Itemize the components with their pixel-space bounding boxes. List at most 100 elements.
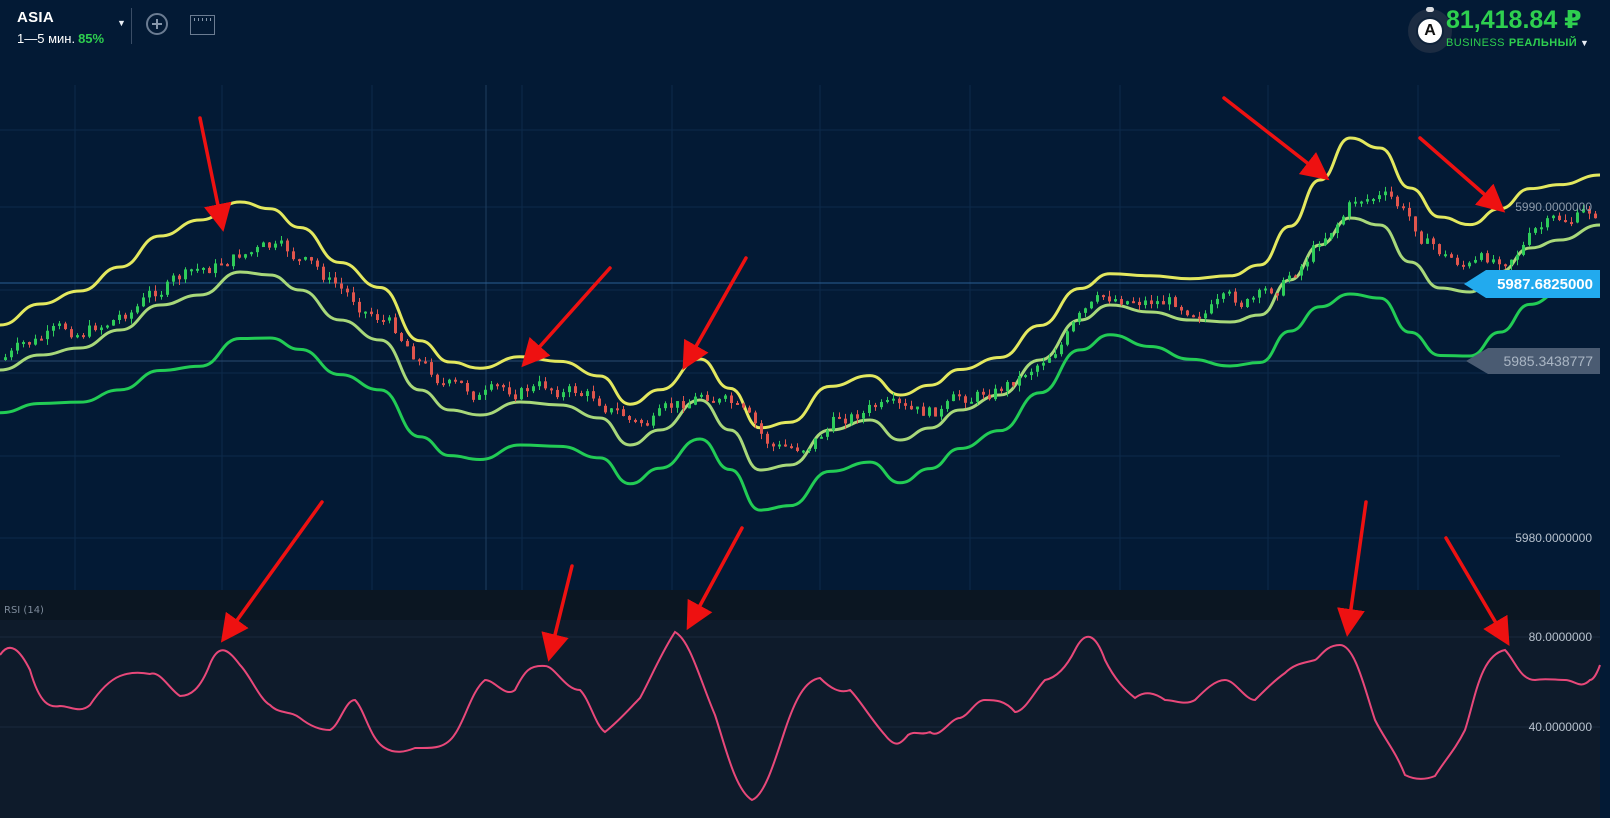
candle-body: [382, 319, 385, 322]
candle-body: [1468, 262, 1471, 267]
candle-body: [94, 325, 97, 331]
candle-body: [688, 404, 691, 409]
candle-body: [880, 401, 883, 408]
candle-body: [376, 314, 379, 320]
candle-body: [556, 389, 559, 398]
candle-body: [316, 260, 319, 267]
candle-body: [958, 394, 961, 397]
candle-body: [412, 346, 415, 360]
candle-body: [886, 399, 889, 402]
candle-body: [850, 414, 853, 424]
candle-body: [1132, 301, 1135, 304]
candle-body: [256, 247, 259, 253]
candle-body: [388, 317, 391, 321]
candle-body: [772, 443, 775, 447]
candle-body: [184, 269, 187, 280]
candle-body: [838, 416, 841, 419]
candle-body: [898, 398, 901, 404]
candlesticks: [4, 186, 1597, 454]
candle-body: [82, 335, 85, 338]
grid: [0, 85, 1560, 590]
candle-body: [310, 257, 313, 261]
candle-body: [472, 391, 475, 400]
rsi-title: RSI (14): [4, 605, 44, 616]
candle-body: [610, 408, 613, 413]
candle-body: [934, 407, 937, 417]
candle-body: [1186, 310, 1189, 316]
candle-body: [1006, 382, 1009, 392]
candle-body: [172, 275, 175, 282]
candle-body: [1432, 238, 1435, 245]
candle-body: [634, 419, 637, 422]
candle-body: [118, 314, 121, 321]
candle-body: [586, 391, 589, 397]
candle-body: [364, 311, 367, 314]
candle-body: [1570, 222, 1573, 225]
candle-body: [166, 281, 169, 295]
candle-body: [1198, 316, 1201, 319]
rsi-panel: [0, 590, 1600, 818]
candle-body: [682, 401, 685, 409]
candle-body: [1084, 308, 1087, 313]
candle-body: [808, 448, 811, 451]
candle-body: [940, 408, 943, 417]
candle-body: [136, 306, 139, 313]
candle-body: [34, 338, 37, 345]
current-price-value: 5987.6825000: [1497, 276, 1593, 293]
candle-body: [400, 333, 403, 341]
candle-body: [730, 395, 733, 403]
candle-body: [1180, 306, 1183, 311]
candle-body: [1072, 322, 1075, 332]
candle-body: [592, 391, 595, 399]
candle-body: [550, 388, 553, 391]
candle-body: [76, 335, 79, 338]
candle-body: [160, 294, 163, 297]
candle-body: [178, 275, 181, 280]
candle-body: [616, 408, 619, 411]
candle-body: [334, 277, 337, 284]
candle-body: [148, 290, 151, 298]
candle-body: [268, 242, 271, 248]
candle-body: [484, 389, 487, 395]
candle-body: [1156, 301, 1159, 305]
candle-body: [1306, 261, 1309, 267]
candle-body: [1390, 191, 1393, 197]
candle-body: [352, 292, 355, 302]
candle-body: [952, 394, 955, 402]
annotation-arrows: [198, 96, 1510, 662]
candle-body: [130, 312, 133, 319]
candle-body: [328, 277, 331, 280]
candle-body: [1192, 315, 1195, 318]
candle-body: [1594, 213, 1597, 219]
candle-body: [358, 301, 361, 313]
candle-body: [1540, 227, 1543, 230]
candle-body: [1114, 299, 1117, 302]
candle-body: [106, 325, 109, 328]
candle-body: [544, 381, 547, 389]
candle-body: [1216, 298, 1219, 305]
candle-body: [490, 384, 493, 390]
candle-body: [664, 403, 667, 409]
candle-body: [154, 290, 157, 297]
candle-body: [244, 254, 247, 258]
candle-body: [508, 387, 511, 395]
candle-body: [1486, 253, 1489, 263]
candle-body: [562, 392, 565, 398]
candle-body: [904, 403, 907, 406]
candle-body: [874, 404, 877, 408]
price-chart[interactable]: 5990.0000000 5980.0000000 5987.6825000 5…: [0, 0, 1610, 818]
candle-body: [226, 264, 229, 267]
candle-body: [742, 403, 745, 408]
candle-body: [580, 393, 583, 397]
candle-body: [1228, 291, 1231, 294]
candle-body: [1162, 301, 1165, 305]
candle-body: [1444, 254, 1447, 257]
candle-body: [214, 263, 217, 274]
candle-body: [142, 297, 145, 307]
candle-body: [232, 254, 235, 267]
candle-body: [304, 257, 307, 260]
candle-body: [238, 254, 241, 258]
candle-body: [1174, 297, 1177, 307]
candle-body: [1408, 207, 1411, 217]
candle-body: [418, 359, 421, 362]
